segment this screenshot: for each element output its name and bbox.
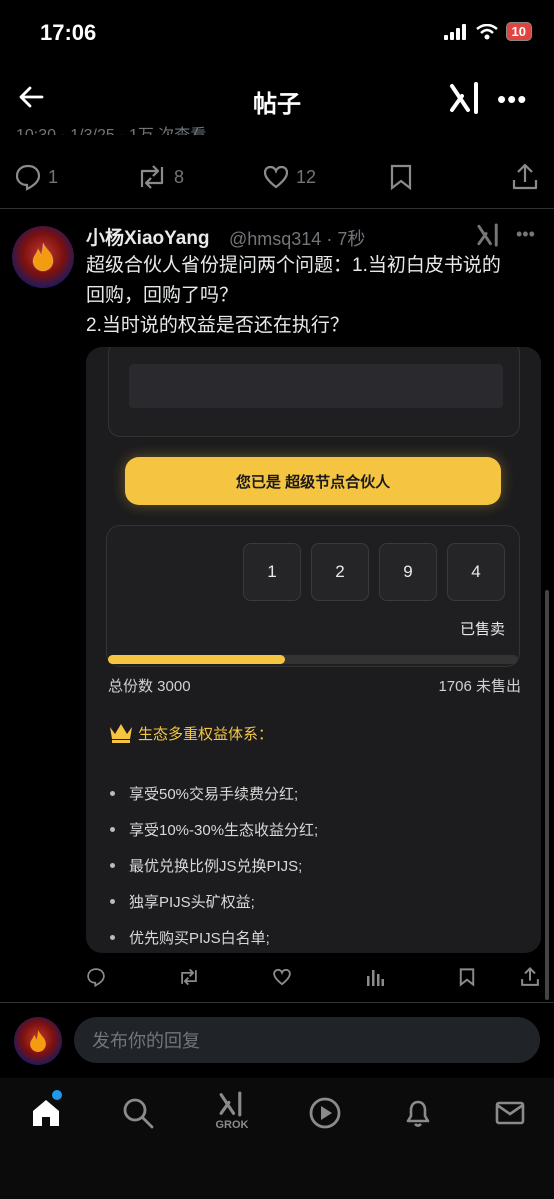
post-meta-cutoff: 10:30 · 1/3/25 · 1万 次查看	[16, 121, 206, 135]
tab-video[interactable]	[305, 1096, 345, 1130]
post-text: 超级合伙人省份提问两个问题：1.当初白皮书说的 回购，回购了吗？ 2.当时说的权…	[86, 251, 546, 341]
reply-icon	[15, 164, 41, 191]
avatar[interactable]	[12, 226, 74, 288]
notification-dot	[52, 1090, 62, 1100]
reply-action[interactable]: 1	[14, 163, 58, 191]
grok-logo-icon[interactable]	[448, 80, 484, 116]
bottom-tab-bar	[0, 1078, 554, 1199]
mail-icon	[495, 1101, 525, 1125]
crown-icon	[108, 721, 134, 745]
wifi-icon	[475, 23, 498, 39]
post-username[interactable]: 小杨XiaoYang	[86, 223, 210, 250]
heart-icon[interactable]	[272, 967, 292, 987]
home-icon	[33, 1100, 59, 1126]
signal-icon	[443, 23, 466, 40]
counter-digit: 2	[311, 543, 369, 601]
status-time: 17:06	[40, 20, 97, 45]
repost-action[interactable]: 8	[136, 163, 184, 191]
post-image[interactable]: 您已是 超级节点合伙人 1 2 9 4 已售卖 总份数 3000 1706 未售…	[86, 347, 541, 953]
tab-notifications[interactable]	[398, 1096, 438, 1130]
reply-count: 1	[48, 166, 59, 187]
share-icon[interactable]	[511, 162, 539, 192]
post-more-icon[interactable]: •••	[516, 224, 535, 245]
repost-icon	[140, 165, 164, 189]
reply-icon[interactable]	[86, 967, 106, 987]
tab-home[interactable]	[26, 1096, 66, 1130]
list-item: 享受10%-30%生态收益分红;	[110, 811, 318, 847]
unsold-label: 1706 未售出	[438, 678, 521, 695]
total-shares-label: 总份数 3000	[108, 678, 191, 695]
repost-icon[interactable]	[178, 967, 200, 987]
sold-label: 已售卖	[459, 621, 505, 638]
benefits-title: 生态多重权益体系：	[138, 726, 274, 743]
reply-input[interactable]: 发布你的回复	[74, 1017, 540, 1063]
sales-progress-bar	[108, 655, 518, 664]
share-icon[interactable]	[520, 966, 540, 988]
heart-icon	[263, 165, 289, 189]
like-action[interactable]: 12	[262, 163, 316, 191]
status-icons: 10	[443, 22, 532, 41]
counter-digit: 9	[379, 543, 437, 601]
play-icon	[309, 1097, 341, 1129]
benefits-list: 享受50%交易手续费分红; 享受10%-30%生态收益分红; 最优兑换比例JS兑…	[110, 775, 318, 953]
repost-count: 8	[174, 166, 185, 187]
tab-messages[interactable]	[490, 1096, 530, 1130]
more-options-icon[interactable]: •••	[497, 84, 527, 115]
grok-label: GROK	[215, 1119, 249, 1131]
scrollbar[interactable]	[545, 590, 549, 1000]
divider	[0, 208, 554, 209]
card-top-bar	[129, 364, 503, 408]
sales-progress-fill	[108, 655, 285, 664]
post-text-line: 2.当时说的权益是否还在执行？	[86, 315, 349, 336]
bookmark-icon[interactable]	[458, 967, 476, 987]
list-item: 享受50%交易手续费分红;	[110, 775, 318, 811]
battery-indicator: 10	[505, 22, 532, 41]
avatar[interactable]	[14, 1017, 62, 1065]
list-item: 优先购买PIJS白名单;	[110, 919, 318, 953]
grok-logo-icon[interactable]	[476, 222, 502, 248]
tab-grok[interactable]: GROK	[212, 1090, 252, 1131]
post-text-line: 超级合伙人省份提问两个问题：1.当初白皮书说的	[86, 255, 501, 276]
search-icon	[123, 1098, 154, 1129]
counter-digit: 4	[447, 543, 505, 601]
list-item: 独享PIJS头矿权益;	[110, 883, 318, 919]
divider	[0, 1002, 554, 1003]
sold-counter-panel: 1 2 9 4 已售卖	[106, 525, 520, 667]
post-handle: @hmsq314 · 7秒	[229, 229, 366, 249]
flame-icon	[30, 1030, 46, 1052]
tab-search[interactable]	[118, 1096, 158, 1130]
flame-icon	[32, 242, 54, 272]
bookmark-icon[interactable]	[388, 163, 414, 191]
partner-status-button: 您已是 超级节点合伙人	[125, 457, 501, 505]
card-top-panel	[108, 347, 520, 437]
views-icon[interactable]	[366, 967, 384, 987]
list-item: 最优兑换比例JS兑换PIJS;	[110, 847, 318, 883]
bell-icon	[406, 1100, 430, 1127]
post-text-line: 回购，回购了吗？	[86, 285, 239, 306]
grok-logo-icon	[219, 1091, 242, 1117]
counter-digit: 1	[243, 543, 301, 601]
like-count: 12	[296, 166, 317, 187]
